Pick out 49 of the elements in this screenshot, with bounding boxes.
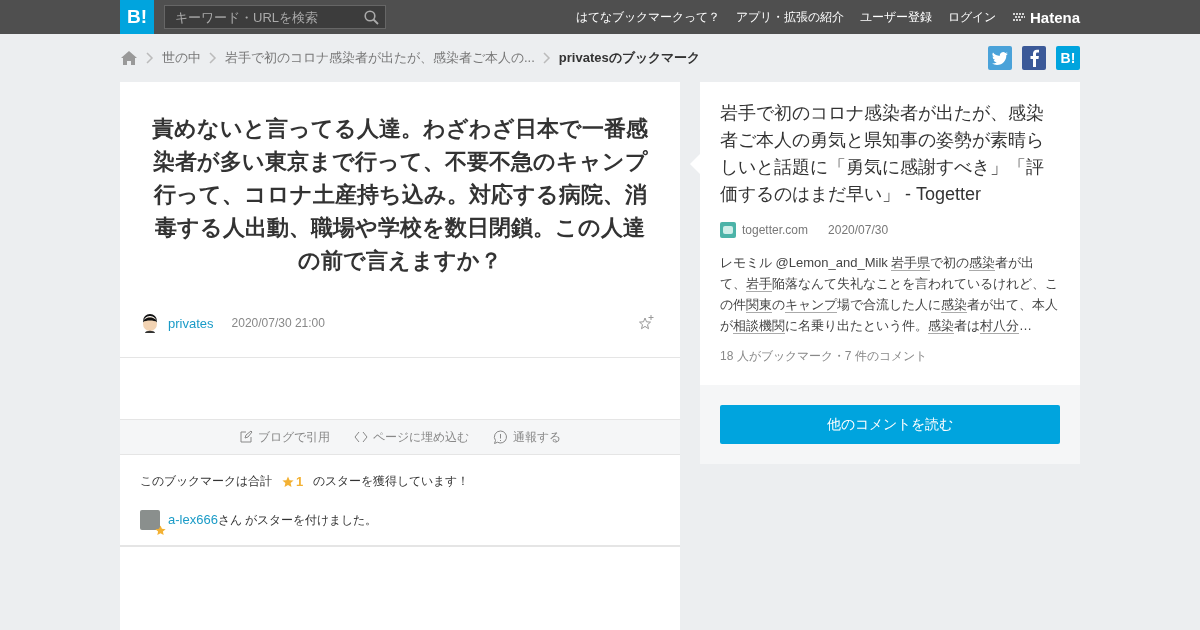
breadcrumb-link[interactable]: 世の中 <box>162 49 201 67</box>
keyword-link[interactable]: 岩手 <box>746 276 772 292</box>
f-letter-icon <box>1029 49 1039 67</box>
keyword-link[interactable]: 感染 <box>941 297 967 313</box>
nav-link[interactable]: ログイン <box>947 8 996 26</box>
keyword-link[interactable]: キャンプ <box>785 297 837 313</box>
star-summary-text: このブックマークは合計 <box>140 473 272 490</box>
bookmark-date: 2020/07/30 21:00 <box>231 316 325 330</box>
action-link[interactable]: ブログで引用 <box>239 428 330 446</box>
domain-link[interactable]: togetter.com <box>742 223 809 237</box>
code-icon <box>354 430 368 444</box>
f-share-button[interactable] <box>1022 46 1046 70</box>
brand-logo[interactable]: Hatena <box>1011 8 1080 26</box>
chevron-icon <box>209 52 217 64</box>
keyword-link[interactable]: 岩手県 <box>891 255 931 271</box>
nav-link[interactable]: アプリ・拡張の紹介 <box>735 8 844 26</box>
star-icon <box>282 475 294 488</box>
bird-icon <box>992 51 1008 65</box>
keyword-link[interactable]: 村八分 <box>980 318 1019 334</box>
search-icon[interactable] <box>364 9 379 25</box>
alert-bubble-icon <box>493 429 508 445</box>
chevron-icon <box>146 52 154 64</box>
search-field[interactable]: キーワード・URLを検索 <box>164 5 386 29</box>
bookmark-comment: 責めないと言ってる人達。わざわざ日本で一番感染者が多い東京まで行って、不要不急のキャンプ行って、コロナ土産持ち込み。対応する病院、消毒する人出動、職場や学校を数日閉鎖。この人達の前で言えますか？ <box>151 115 649 275</box>
entry-summary: レモミル @Lemon_and_Milk 岩手県で初の感染者が出て、岩手陥落なんて失礼なことを言われているけれど、この件関東のキャンプ場で合流した人に感染者が出て、本人が相談機関に名乗り出たという件。感染者は村八分… <box>720 254 1059 336</box>
keyword-link[interactable]: 関東 <box>746 297 772 313</box>
chevron-icon <box>542 52 551 64</box>
entry-date: 2020/07/30 <box>828 223 889 237</box>
breadcrumb-link[interactable]: 岩手で初のコロナ感染者が出たが、感染者ご本人の... <box>225 49 535 67</box>
site-favicon-icon <box>720 222 736 238</box>
breadcrumb-link[interactable]: privatesのブックマーク <box>558 49 700 67</box>
star-count-number: 1 <box>296 474 304 489</box>
star-badge-icon <box>155 525 166 536</box>
star-giver-text: a-lex666さん がスターを付けました。 <box>168 511 378 529</box>
add-star-icon[interactable] <box>638 315 654 331</box>
star-summary-text: のスターを獲得しています！ <box>313 473 470 490</box>
nav-link[interactable]: はてなブックマークって？ <box>575 8 720 26</box>
nav-link[interactable]: ユーザー登録 <box>859 8 932 26</box>
keyword-link[interactable]: 相談機関 <box>733 318 785 334</box>
action-link[interactable]: ページに埋め込む <box>354 428 469 446</box>
entry-title-link[interactable]: 岩手で初のコロナ感染者が出たが、感染者ご本人の勇気と県知事の姿勢が素晴らしいと話題に「勇気に感謝すべき」「評価するのはまだ早い」 - Togetter <box>720 100 1060 208</box>
keyword-link[interactable]: 感染 <box>969 255 996 271</box>
keyword-link[interactable]: 感染 <box>928 318 954 334</box>
bookmark-count-link[interactable]: 18 人がブックマーク・7 件のコメント <box>720 348 1060 365</box>
edit-icon <box>239 430 253 444</box>
bird-share-button[interactable] <box>988 46 1012 70</box>
action-link[interactable]: 通報する <box>493 428 561 446</box>
home-icon[interactable] <box>120 50 138 66</box>
avatar-icon <box>140 313 160 333</box>
